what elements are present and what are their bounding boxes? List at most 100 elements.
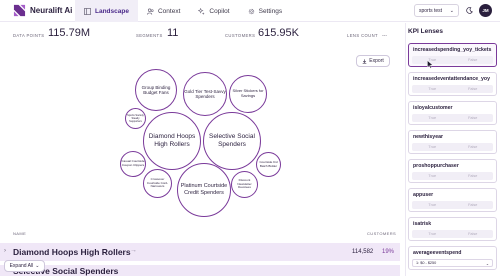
false-option[interactable]: False [453, 85, 494, 93]
true-false-toggle: True False [412, 85, 493, 93]
segment-bubble[interactable]: Silver Stickers for Savings [229, 75, 267, 113]
mouse-pointer-icon [427, 60, 434, 69]
chevron-down-icon: ⌄ [485, 261, 489, 266]
true-false-toggle: True False [412, 143, 493, 151]
kpi-lens-name: isatrisk [413, 221, 432, 227]
true-false-toggle: True False [412, 172, 493, 180]
neuralift-logo-icon [13, 4, 26, 17]
segment-bubble[interactable]: Platinum Courtside Credit Spenders [177, 163, 231, 217]
people-icon [147, 8, 154, 15]
segment-table-header: NAME CUSTOMERS [0, 228, 400, 238]
chevron-down-icon: ⌄ [35, 263, 40, 269]
segment-bubble[interactable]: Sports Society Steady Supporters [125, 108, 146, 129]
segment-name: Diamond Hoops High Rollers [13, 247, 131, 257]
kpi-lens-name: averageeventspend [413, 250, 462, 256]
tenant-select[interactable]: sports test ⌄ [414, 4, 459, 17]
kpi-lens-card[interactable]: increasedspending_yoy_tickets True False [408, 43, 497, 67]
nav-copilot[interactable]: Copilot [189, 0, 238, 22]
false-option[interactable]: False [453, 143, 494, 151]
kpi-lens-card[interactable]: proshoppurchaser True False [408, 159, 497, 183]
kpi-lens-name: newthisyear [413, 134, 443, 140]
true-option[interactable]: True [412, 201, 453, 209]
kpi-lens-card[interactable]: newthisyear True False [408, 130, 497, 154]
kpi-lens-name: proshoppurchaser [413, 163, 459, 169]
kpi-panel-title: KPI Lenses [408, 28, 444, 35]
kpi-lens-card[interactable]: appuser True False [408, 188, 497, 212]
nav-context[interactable]: Context [138, 0, 189, 22]
true-option[interactable]: True [412, 172, 453, 180]
true-option[interactable]: True [412, 230, 453, 238]
chevron-right-icon[interactable]: › [4, 248, 6, 254]
kpi-lens-name: increasedspending_yoy_tickets [413, 47, 492, 53]
kpi-lens-name: appuser [413, 192, 434, 198]
table-row[interactable]: Selective Social Spenders [0, 265, 400, 276]
kpi-lens-card[interactable]: isatrisk True False [408, 217, 497, 241]
export-label: Export [369, 58, 384, 64]
segment-bubble[interactable]: Courtside Kid Batch Bidder [256, 152, 281, 177]
true-false-toggle: True False [412, 230, 493, 238]
download-icon [362, 58, 367, 64]
nav-landscape[interactable]: Landscape [75, 0, 138, 22]
avatar[interactable]: JM [479, 4, 492, 17]
top-nav-bar: Neuralift Ai Landscape Context Copilot S… [0, 0, 500, 22]
expand-all-label: Expand All [9, 263, 34, 269]
customers-value: 615.95K [258, 27, 299, 39]
stats-bar: DATA POINTS 115.79M SEGMENTS 11 CUSTOMER… [0, 25, 405, 45]
true-false-toggle: True False [412, 56, 493, 64]
table-row[interactable]: › Diamond Hoops High Rollers → 114,582 1… [0, 243, 400, 261]
nav-label: Copilot [209, 7, 230, 15]
copilot-sparkle-icon [198, 7, 205, 15]
segment-bubble[interactable]: Casual Courtside Coupon Clippers [120, 151, 146, 177]
lens-count-label: LENS COUNT [347, 33, 378, 38]
nav-label: Context [157, 7, 181, 15]
false-option[interactable]: False [453, 230, 494, 238]
kpi-lens-card[interactable]: isloyalcustomer True False [408, 101, 497, 125]
gear-icon [248, 8, 254, 14]
range-value: 1: $0 - $250 [416, 261, 437, 265]
segments-label: SEGMENTS [136, 33, 163, 38]
true-false-toggle: True False [412, 114, 493, 122]
false-option[interactable]: False [453, 201, 494, 209]
data-points-label: DATA POINTS [13, 33, 45, 38]
brand-name: Neuralift Ai [30, 6, 73, 15]
nav-label: Settings [258, 7, 283, 15]
arrow-right-icon[interactable]: → [130, 247, 137, 254]
customer-percent: 19% [382, 249, 395, 255]
segment-bubble[interactable]: Diamond Hoops High Rollers [143, 112, 201, 170]
false-option[interactable]: False [453, 56, 494, 64]
true-option[interactable]: True [412, 143, 453, 151]
data-points-value: 115.79M [48, 27, 90, 39]
segment-bubble-chart: Group Binding Budget Fans Gold Tier Test… [120, 66, 285, 218]
segment-bubble[interactable]: Group Binding Budget Fans [135, 69, 177, 111]
kpi-lens-name: increasedeventattendance_yoy [413, 76, 490, 82]
customer-count: 114,582 [352, 249, 374, 255]
true-false-toggle: True False [412, 201, 493, 209]
chevron-down-icon: ⌄ [449, 7, 454, 14]
tenant-label: sports test [419, 7, 443, 14]
moon-icon[interactable] [466, 7, 473, 14]
kpi-lens-name: isloyalcustomer [413, 105, 453, 111]
nav-label: Landscape [95, 7, 129, 15]
kpi-lens-card[interactable]: averageeventspend 1: $0 - $250 ⌄ [408, 246, 497, 270]
range-select[interactable]: 1: $0 - $250 ⌄ [412, 259, 493, 267]
column-header-name[interactable]: NAME [13, 231, 26, 236]
brand[interactable]: Neuralift Ai [13, 4, 72, 17]
segment-bubble[interactable]: Selective Social Spenders [203, 112, 261, 170]
false-option[interactable]: False [453, 172, 494, 180]
kpi-lenses-panel: KPI Lenses increasedspending_yoy_tickets… [405, 23, 500, 276]
expand-all-button[interactable]: Expand All ⌄ [4, 260, 45, 272]
kpi-lens-card[interactable]: increasedeventattendance_yoy True False [408, 72, 497, 96]
segments-value: 11 [167, 27, 179, 39]
export-button[interactable]: Export [356, 55, 390, 67]
main-nav: Landscape Context Copilot Settings [75, 0, 291, 22]
column-header-customers[interactable]: CUSTOMERS [367, 231, 396, 236]
segment-bubble[interactable]: Gold Tier Test-Savvy Spenders [183, 72, 227, 116]
false-option[interactable]: False [453, 114, 494, 122]
segment-bubble[interactable]: Crossover Courtside Cord-Narrowers [143, 169, 172, 198]
segment-bubble[interactable]: Discount Newsletter Devotees [231, 171, 258, 198]
true-option[interactable]: True [412, 114, 453, 122]
lens-count-value: --- [382, 33, 387, 39]
nav-settings[interactable]: Settings [239, 0, 292, 22]
true-option[interactable]: True [412, 85, 453, 93]
landscape-icon [84, 7, 91, 15]
